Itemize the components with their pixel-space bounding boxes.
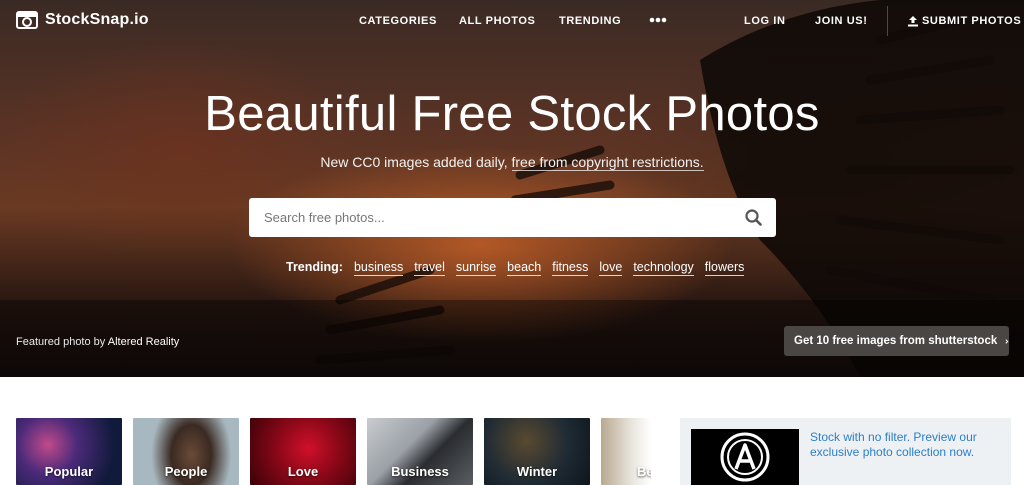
category-label: Be [637, 464, 651, 479]
hero-background-foliage [0, 0, 1024, 377]
brand-a-logo-icon [720, 432, 770, 482]
nav-trending[interactable]: TRENDING [559, 15, 621, 27]
category-card-winter[interactable]: Winter [484, 418, 590, 485]
nav-join[interactable]: JOIN US! [815, 15, 867, 27]
category-label: Love [287, 464, 319, 479]
featured-author-link[interactable]: Altered Reality [108, 336, 180, 348]
shutterstock-cta-button[interactable]: Get 10 free images from shutterstock [784, 326, 1009, 356]
hero-subtitle-text: New CC0 images added daily, [320, 154, 512, 170]
hero-title: Beautiful Free Stock Photos [204, 87, 820, 141]
category-card-business[interactable]: Business [367, 418, 473, 485]
submit-photos-label: SUBMIT PHOTOS [922, 15, 1022, 27]
nav-login[interactable]: LOG IN [744, 15, 786, 27]
category-label: People [164, 464, 208, 479]
category-card-popular[interactable]: Popular [16, 418, 122, 485]
copyright-link[interactable]: free from copyright restrictions. [511, 154, 704, 171]
trending-tag[interactable]: sunrise [455, 260, 497, 276]
trending-label: Trending: [286, 260, 343, 274]
category-card-love[interactable]: Love [250, 418, 356, 485]
search-bar [249, 198, 776, 237]
shutterstock-cta-label: Get 10 free images from shutterstock [794, 335, 998, 347]
category-label: Business [391, 464, 449, 479]
hero-banner [0, 0, 1024, 377]
promo-card[interactable]: Stock with no filter. Preview our exclus… [680, 418, 1011, 485]
submit-photos-button[interactable]: SUBMIT PHOTOS [908, 15, 1021, 27]
category-card-partial[interactable]: Be [601, 418, 651, 485]
featured-prefix: Featured photo by [16, 336, 108, 348]
search-input[interactable] [249, 198, 719, 237]
promo-logo [691, 429, 799, 485]
category-label: Popular [44, 464, 94, 479]
search-icon[interactable] [745, 209, 762, 226]
chevron-right-icon [1005, 338, 1009, 344]
more-dots-icon[interactable] [649, 16, 667, 24]
category-label: Winter [516, 464, 558, 479]
nav-all-photos[interactable]: ALL PHOTOS [459, 15, 536, 27]
hero-subtitle: New CC0 images added daily, free from co… [0, 154, 1024, 171]
camera-icon [16, 11, 38, 29]
brand-name: StockSnap.io [45, 11, 149, 28]
trending-tags: Trending: business travel sunrise beach … [286, 260, 745, 276]
featured-credit: Featured photo by Altered Reality [16, 336, 179, 348]
brand-logo[interactable]: StockSnap.io [16, 11, 149, 29]
trending-tag[interactable]: travel [414, 260, 445, 276]
promo-text: Stock with no filter. Preview our exclus… [810, 430, 977, 459]
trending-tag[interactable]: beach [507, 260, 542, 276]
category-card-people[interactable]: People [133, 418, 239, 485]
trending-tag[interactable]: love [599, 260, 623, 276]
trending-tag[interactable]: business [353, 260, 404, 276]
trending-tag[interactable]: technology [633, 260, 694, 276]
upload-icon [908, 15, 918, 26]
trending-tag[interactable]: flowers [704, 260, 745, 276]
nav-categories[interactable]: CATEGORIES [359, 15, 437, 27]
nav-divider [887, 6, 888, 36]
trending-tag[interactable]: fitness [552, 260, 589, 276]
